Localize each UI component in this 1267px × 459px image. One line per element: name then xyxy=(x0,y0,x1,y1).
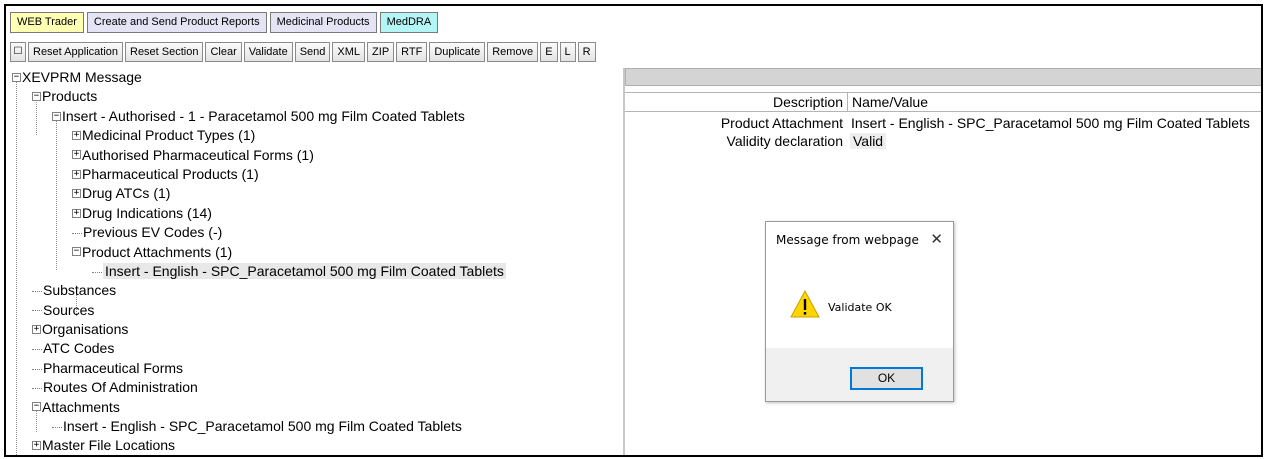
tree-node-label: Previous EV Codes (-) xyxy=(83,224,223,241)
tree-node-label: Drug Indications (14) xyxy=(82,204,212,221)
tree-node-label: Attachments xyxy=(42,398,120,415)
tree-node-label: Authorised Pharmaceutical Forms (1) xyxy=(82,146,314,163)
tree-connector xyxy=(92,271,102,273)
tab-medicinal-products[interactable]: Medicinal Products xyxy=(269,12,377,33)
main-tabs: WEB Trader Create and Send Product Repor… xyxy=(10,12,439,34)
column-header-description: Description xyxy=(772,94,843,110)
tree-node-attachments[interactable]: − Attachments xyxy=(12,398,622,417)
tree-node-label-selected: Insert - English - SPC_Paracetamol 500 m… xyxy=(103,262,506,279)
collapse-icon[interactable]: − xyxy=(52,111,61,121)
tree-node-product-attachment-item[interactable]: Insert - English - SPC_Paracetamol 500 m… xyxy=(12,262,622,281)
tree-node-atc-codes[interactable]: ATC Codes xyxy=(12,339,622,358)
warning-icon xyxy=(790,290,820,318)
row-value-cell: Valid xyxy=(847,132,887,150)
tree-node-product-attachments[interactable]: − Product Attachments (1) xyxy=(12,243,622,262)
zip-button[interactable]: ZIP xyxy=(367,42,395,62)
column-header-value: Name/Value xyxy=(847,93,928,111)
row-description: Validity declaration xyxy=(726,133,843,149)
details-table-header: Description Name/Value xyxy=(625,92,1261,112)
tree-connector xyxy=(32,388,42,390)
clear-button[interactable]: Clear xyxy=(205,42,242,62)
reset-section-button[interactable]: Reset Section xyxy=(125,42,204,62)
collapse-icon[interactable]: − xyxy=(32,402,41,412)
tree-node-previous-ev-codes[interactable]: Previous EV Codes (-) xyxy=(12,223,622,242)
tree-connector xyxy=(72,232,82,234)
tree-node-label: XEVPRM Message xyxy=(22,69,142,85)
tree-node-routes-of-administration[interactable]: Routes Of Administration xyxy=(12,378,622,397)
duplicate-button[interactable]: Duplicate xyxy=(429,42,486,62)
row-value[interactable]: Valid xyxy=(850,133,887,149)
tree-node-authorised-pharma-forms[interactable]: + Authorised Pharmaceutical Forms (1) xyxy=(12,146,622,165)
dialog-message: Validate OK xyxy=(828,301,892,314)
expand-icon[interactable]: + xyxy=(72,150,81,160)
tree-node-root[interactable]: − XEVPRM Message xyxy=(12,68,622,87)
tree-node-pharmaceutical-forms[interactable]: Pharmaceutical Forms xyxy=(12,359,622,378)
toolbar: ☐ Reset Application Reset Section Clear … xyxy=(10,42,596,64)
tree-node-label: Medicinal Product Types (1) xyxy=(82,127,256,144)
rtf-button[interactable]: RTF xyxy=(396,42,428,62)
tree-node-label: Drug ATCs (1) xyxy=(82,185,171,202)
validate-button[interactable]: Validate xyxy=(243,42,293,62)
tree-node-label: Sources xyxy=(43,301,95,318)
reset-application-button[interactable]: Reset Application xyxy=(28,42,123,62)
send-button[interactable]: Send xyxy=(294,42,331,62)
details-header-bar xyxy=(625,68,1261,86)
tree-node-pharmaceutical-products[interactable]: + Pharmaceutical Products (1) xyxy=(12,165,622,184)
tree-connector xyxy=(32,349,42,351)
xml-button[interactable]: XML xyxy=(332,42,366,62)
tab-create-send-reports[interactable]: Create and Send Product Reports xyxy=(86,12,267,33)
tab-meddra[interactable]: MedDRA xyxy=(379,12,439,33)
tree-node-label: Pharmaceutical Products (1) xyxy=(82,165,259,182)
collapse-icon[interactable]: − xyxy=(72,247,81,257)
remove-button[interactable]: Remove xyxy=(487,42,539,62)
tree-node-master-file-locations[interactable]: + Master File Locations xyxy=(12,436,622,455)
collapse-icon[interactable]: − xyxy=(12,72,21,82)
details-row: Validity declaration Valid xyxy=(625,132,1261,150)
tree-node-label: Insert - English - SPC_Paracetamol 500 m… xyxy=(63,418,462,435)
tree-node-drug-atcs[interactable]: + Drug ATCs (1) xyxy=(12,184,622,203)
tree-node-label: Product Attachments (1) xyxy=(82,243,233,260)
row-description: Product Attachment xyxy=(720,115,843,131)
expand-icon[interactable]: + xyxy=(72,130,81,140)
expand-icon[interactable]: + xyxy=(72,169,81,179)
expand-icon[interactable]: + xyxy=(72,189,81,199)
expand-icon[interactable]: + xyxy=(32,441,41,451)
tree-node-products[interactable]: − Products xyxy=(12,87,622,106)
expand-icon[interactable]: + xyxy=(32,324,41,334)
tree-connector xyxy=(32,368,42,370)
tree-connector xyxy=(32,310,42,312)
tree-node-sources[interactable]: Sources xyxy=(12,301,622,320)
tree-node-substances[interactable]: Substances xyxy=(12,281,622,300)
tree-node-label: ATC Codes xyxy=(43,340,115,357)
tree-node-label: Master File Locations xyxy=(42,437,176,454)
close-icon[interactable]: ✕ xyxy=(930,230,943,248)
tree-connector xyxy=(32,291,42,293)
tree-node-drug-indications[interactable]: + Drug Indications (14) xyxy=(12,204,622,223)
e-button[interactable]: E xyxy=(540,42,558,62)
r-button[interactable]: R xyxy=(577,42,596,62)
row-value[interactable]: Insert - English - SPC_Paracetamol 500 m… xyxy=(847,114,1250,132)
dialog-title: Message from webpage xyxy=(776,233,919,247)
tree-node-label: Organisations xyxy=(42,321,129,338)
details-row: Product Attachment Insert - English - SP… xyxy=(625,114,1261,132)
collapse-icon[interactable]: − xyxy=(32,92,41,102)
tree-node-label: Substances xyxy=(43,282,117,299)
tree-node-medicinal-product-types[interactable]: + Medicinal Product Types (1) xyxy=(12,126,622,145)
tree-node-product-insert[interactable]: − Insert - Authorised - 1 - Paracetamol 5… xyxy=(12,107,622,126)
tree-node-label: Products xyxy=(42,88,98,105)
l-button[interactable]: L xyxy=(559,42,576,62)
ok-button[interactable]: OK xyxy=(850,367,923,390)
tree-node-label: Insert - Authorised - 1 - Paracetamol 50… xyxy=(62,107,465,124)
tree-node-attachment-item[interactable]: Insert - English - SPC_Paracetamol 500 m… xyxy=(12,417,622,436)
tree-connector xyxy=(52,426,62,428)
xevprm-tree: − XEVPRM Message − Products − Insert - Auth… xyxy=(12,68,622,455)
app-frame: WEB Trader Create and Send Product Repor… xyxy=(4,4,1263,457)
tab-web-trader[interactable]: WEB Trader xyxy=(10,12,84,33)
tree-node-label: Pharmaceutical Forms xyxy=(43,359,184,376)
tree-node-organisations[interactable]: + Organisations xyxy=(12,320,622,339)
square-icon-button[interactable]: ☐ xyxy=(10,42,26,62)
expand-icon[interactable]: + xyxy=(72,208,81,218)
tree-node-label: Routes Of Administration xyxy=(43,379,198,396)
